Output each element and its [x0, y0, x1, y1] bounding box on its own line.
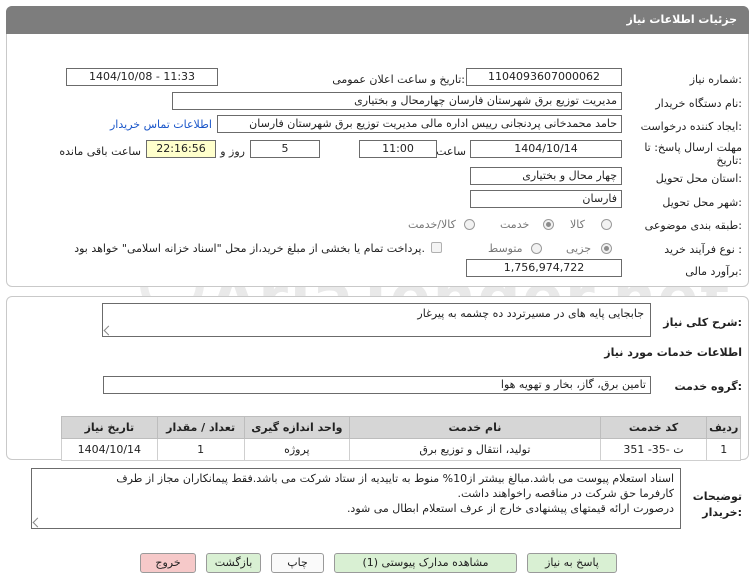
services-table: ردیف کد خدمت نام خدمت واحد اندازه گیری ت…: [61, 416, 741, 461]
category-service-label: خدمت: [500, 218, 530, 231]
remaining-label: ساعت باقی مانده: [59, 145, 141, 158]
col-date: تاریخ نیاز: [61, 416, 158, 439]
exit-button[interactable]: خروج: [140, 553, 196, 573]
category-radio-service[interactable]: [543, 219, 554, 230]
category-radio-goods-service[interactable]: [464, 219, 475, 230]
buyer-org-label: نام دستگاه خریدار:: [655, 97, 742, 110]
remaining-time-field: 22:16:56: [146, 140, 216, 158]
deadline-date-field: 1404/10/14: [470, 140, 622, 158]
process-label: نوع فرآیند خرید :: [664, 243, 742, 256]
resize-handle-icon[interactable]: [103, 325, 114, 336]
category-goods-service-label: کالا/خدمت: [408, 218, 456, 231]
col-unit: واحد اندازه گیری: [243, 416, 351, 439]
buyer-contact-link[interactable]: اطلاعات تماس خریدار: [110, 118, 212, 131]
creator-label: ایجاد کننده درخواست:: [640, 120, 742, 133]
days-field: 5: [250, 140, 320, 158]
col-row: ردیف: [706, 416, 741, 439]
service-group-field: تامین برق، گاز، بخار و تهویه هوا: [103, 376, 651, 394]
service-group-label: گروه خدمت:: [674, 380, 742, 393]
province-label: استان محل تحویل:: [655, 172, 742, 185]
col-name: نام خدمت: [349, 416, 601, 439]
summary-label: شرح کلی نیاز:: [663, 316, 742, 329]
process-minor-label: جزیی: [566, 242, 592, 255]
view-attachments-button[interactable]: مشاهده مدارک پیوستی (1): [334, 553, 517, 573]
deadline-label: مهلت ارسال پاسخ: تا تاریخ:: [644, 141, 742, 167]
col-code: کد خدمت: [599, 416, 708, 439]
province-field: چهار محال و بختیاری: [470, 167, 622, 185]
details-header: جزئیات اطلاعات نیاز: [6, 6, 749, 34]
days-label: روز و: [220, 145, 245, 158]
notes-line-3: درصورت ارائه قیمتهای پیشنهادی خارج از عر…: [346, 502, 674, 515]
cell-code: ت -35- 351: [599, 438, 708, 461]
services-section-title: اطلاعات خدمات مورد نیاز: [604, 346, 742, 359]
services-table-header: ردیف کد خدمت نام خدمت واحد اندازه گیری ت…: [61, 416, 741, 439]
announce-label: تاریخ و ساعت اعلان عمومی:: [332, 73, 465, 86]
details-header-title: جزئیات اطلاعات نیاز: [626, 13, 738, 26]
deadline-time-label: ساعت: [436, 145, 466, 158]
cell-qty: 1: [156, 438, 245, 461]
buyer-org-field: مدیریت توزیع برق شهرستان فارسان چهارمحال…: [172, 92, 622, 110]
table-row: 1 ت -35- 351 تولید، انتقال و توزیع برق پ…: [61, 438, 741, 461]
notes-line-2: کارفرما حق شرکت در مناقصه راخواهند داشت.: [457, 487, 675, 500]
process-medium-label: متوسط: [488, 242, 523, 255]
buyer-notes-label: توضیحات خریدار:: [692, 490, 742, 519]
col-qty: تعداد / مقدار: [156, 416, 245, 439]
process-radio-minor[interactable]: [601, 243, 612, 254]
need-number-field: 1104093607000062: [466, 68, 622, 86]
cell-name: تولید، انتقال و توزیع برق: [349, 438, 601, 461]
need-number-label: شماره نیاز:: [689, 73, 742, 86]
cell-date: 1404/10/14: [61, 438, 158, 461]
creator-field: حامد محمدخانی پردنجانی رییس اداره مالی م…: [217, 115, 622, 133]
cell-unit: پروژه: [243, 438, 351, 461]
city-field: فارسان: [470, 190, 622, 208]
treasury-payment-note: پرداخت تمام یا بخشی از مبلغ خرید،از محل …: [74, 242, 425, 255]
notes-line-1: اسناد استعلام پیوست می باشد.مبالغ بیشتر …: [116, 472, 674, 485]
back-button[interactable]: بازگشت: [206, 553, 261, 573]
estimate-field: 1,756,974,722: [466, 259, 622, 277]
buyer-notes-textarea[interactable]: اسناد استعلام پیوست می باشد.مبالغ بیشتر …: [31, 468, 681, 529]
process-radio-medium[interactable]: [531, 243, 542, 254]
reply-button[interactable]: پاسخ به نیاز: [527, 553, 617, 573]
category-goods-label: کالا: [570, 218, 585, 231]
cell-row: 1: [706, 438, 741, 461]
category-label: طبقه بندی موضوعی:: [644, 219, 742, 232]
summary-text: جابجایی پایه های در مسیرتردد ده چشمه به …: [417, 307, 644, 320]
summary-textarea[interactable]: جابجایی پایه های در مسیرتردد ده چشمه به …: [102, 303, 651, 337]
print-button[interactable]: چاپ: [271, 553, 324, 573]
notes-resize-handle-icon[interactable]: [32, 517, 43, 528]
deadline-time-field: 11:00: [359, 140, 437, 158]
treasury-payment-checkbox[interactable]: [431, 242, 442, 253]
city-label: شهر محل تحویل:: [662, 196, 742, 209]
estimate-label: برآورد مالی:: [685, 265, 742, 278]
category-radio-goods[interactable]: [601, 219, 612, 230]
announce-field: 1404/10/08 - 11:33: [66, 68, 218, 86]
